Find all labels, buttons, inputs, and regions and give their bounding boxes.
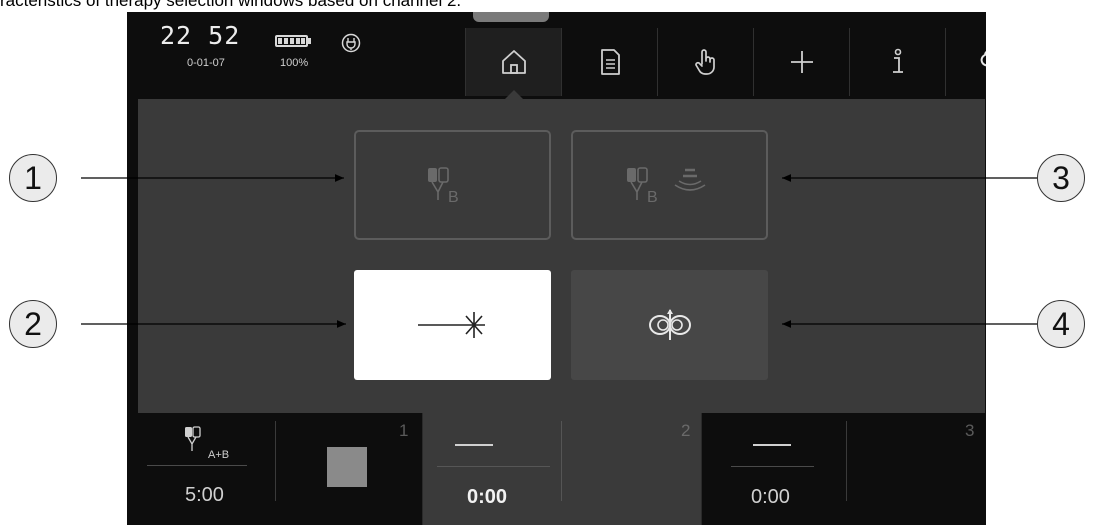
pull-down-handle[interactable] (473, 12, 549, 22)
battery-percent: 100% (280, 57, 309, 69)
channel-3-dash (753, 444, 791, 446)
laser-icon (417, 312, 485, 338)
info-icon (892, 48, 903, 73)
document-icon (600, 49, 620, 75)
therapy-magnetic-button[interactable] (571, 270, 768, 380)
plus-icon (790, 51, 813, 73)
tab-hand[interactable] (657, 28, 753, 96)
channel-2[interactable]: 0:00 2 (423, 413, 701, 525)
callout-4: 4 (1037, 300, 1085, 348)
callout-2: 2 (9, 300, 57, 348)
electrode-b-sub: B (448, 189, 459, 206)
battery-tip (308, 38, 311, 44)
channel-1-time: 5:00 (185, 484, 224, 506)
channel-3-number: 3 (965, 421, 975, 440)
magnetic-field-icon (648, 309, 691, 340)
channel-1-mode: A+B (208, 449, 230, 461)
figure-caption: racteristics of therapy selection window… (0, 0, 462, 10)
power-plug-icon (341, 33, 361, 53)
home-icon (501, 50, 526, 74)
battery-icon (275, 35, 308, 47)
channel-1-number: 1 (399, 421, 409, 440)
electrode-b-ultrasound-icon: B (626, 167, 705, 206)
electrode-b-icon: B (427, 167, 459, 206)
tab-add[interactable] (753, 28, 849, 96)
wrench-icon (980, 50, 986, 67)
hand-pointer-icon (694, 49, 715, 75)
clock-hours: 22 (160, 21, 193, 50)
active-tab-pointer (505, 90, 523, 99)
therapy-selection-panel: B B (138, 99, 985, 413)
channel-2-number: 2 (681, 421, 691, 440)
device-screen: 22 52 0-01-07 100% B B A+B 5:00 1 0:00 2… (127, 12, 986, 525)
callout-1: 1 (9, 154, 57, 202)
tab-home[interactable] (465, 28, 561, 96)
tab-settings[interactable] (945, 28, 986, 96)
callout-3: 3 (1037, 154, 1085, 202)
channel-2-time: 0:00 (467, 486, 508, 508)
tab-document[interactable] (561, 28, 657, 96)
electrode-b-us-sub: B (647, 189, 658, 206)
channel-3[interactable]: 0:00 3 (701, 413, 986, 525)
therapy-laser-button[interactable] (354, 270, 551, 380)
channel-1[interactable]: A+B 5:00 1 (127, 413, 422, 525)
channel-status-bar: A+B 5:00 1 0:00 2 0:00 3 (127, 413, 986, 525)
therapy-electrode-b-ultrasound-button[interactable]: B (571, 130, 768, 240)
tab-info[interactable] (849, 28, 945, 96)
date: 0-01-07 (187, 57, 225, 69)
clock: 22 52 (160, 21, 240, 50)
channel-2-dash (455, 444, 493, 446)
stop-icon (327, 447, 367, 487)
channel-3-time: 0:00 (751, 486, 790, 508)
therapy-electrode-b-button[interactable]: B (354, 130, 551, 240)
clock-minutes: 52 (208, 21, 241, 50)
